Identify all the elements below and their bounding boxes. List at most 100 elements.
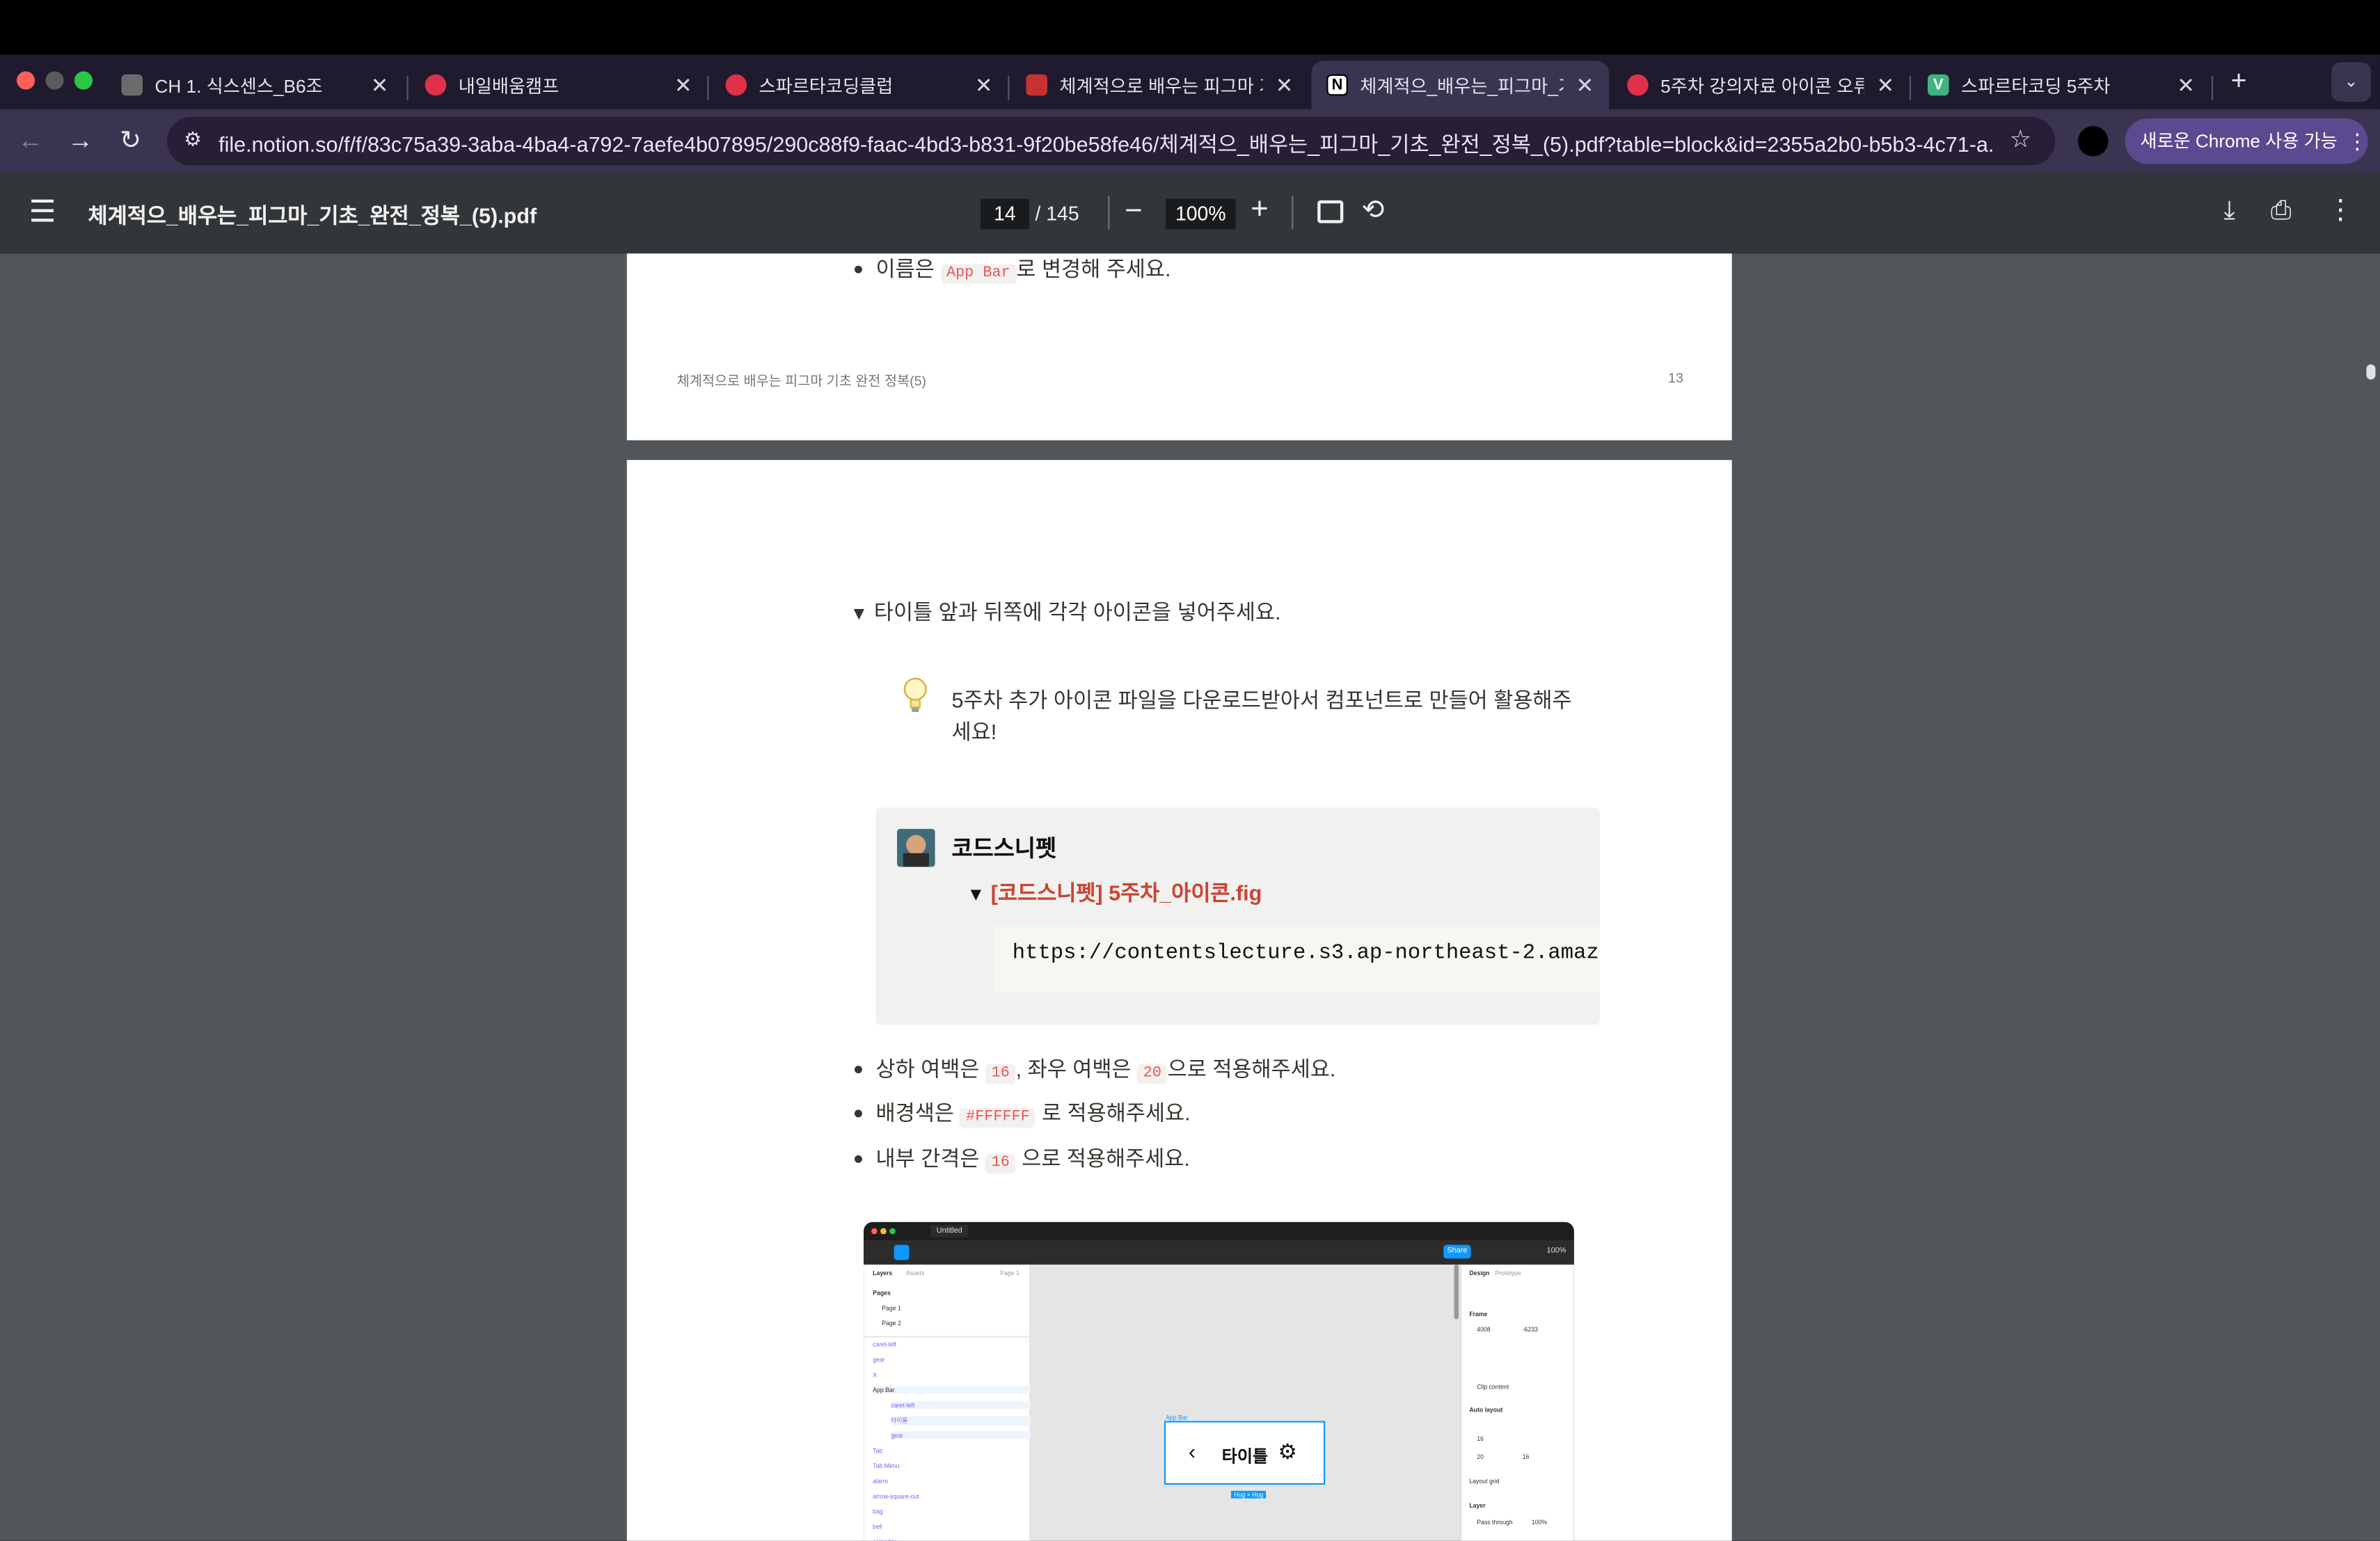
reload-icon[interactable]: ↻: [112, 123, 148, 159]
figma-design-panel: Design Prototype Frame 4008 -6233 Clip c…: [1460, 1264, 1574, 1541]
figma-toolbar: Share 100%: [864, 1240, 1574, 1265]
toggle-heading[interactable]: ▼ 타이틀 앞과 뒤쪽에 각각 아이콘을 넣어주세요.: [850, 596, 1280, 627]
figma-layer-item: arrow-square-out: [873, 1492, 919, 1500]
site-settings-icon[interactable]: ⚙: [179, 127, 206, 155]
callout-line: 세요!: [951, 719, 997, 744]
close-icon[interactable]: ✕: [1876, 72, 1894, 98]
bullet-text: 상하 여백은: [875, 1057, 980, 1081]
figma-layer-item: bell: [873, 1522, 882, 1531]
tab-5-active[interactable]: N 체계적으_배우는_피그마_기초 ✕: [1311, 61, 1609, 110]
tab-6[interactable]: 5주차 강의자료 아이콘 오류 | ✕: [1612, 61, 1909, 109]
url-text[interactable]: file.notion.so/f/f/83c75a39-3aba-4ba4-a7…: [219, 129, 1994, 159]
more-menu-icon[interactable]: ⋮: [2347, 118, 2368, 164]
figma-prop: 16: [1522, 1453, 1530, 1461]
address-bar[interactable]: ⚙ file.notion.so/f/f/83c75a39-3aba-4ba4-…: [166, 116, 2056, 166]
close-icon[interactable]: ✕: [2177, 72, 2195, 98]
scrollbar-thumb[interactable]: [2366, 364, 2376, 380]
figma-prop: Clip content: [1477, 1383, 1509, 1391]
profile-avatar[interactable]: [2077, 126, 2109, 157]
chrome-update-button[interactable]: 새로운 Chrome 사용 가능 ⋮: [2125, 118, 2368, 164]
bullet-gap: 내부 간격은 16 으로 적용해주세요.: [854, 1143, 1190, 1174]
figma-pages-header: Pages: [873, 1288, 891, 1297]
pdf-toolbar: ☰ 체계적으_배우는_피그마_기초_완전_정복_(5).pdf 14 / 145…: [0, 173, 2380, 254]
forward-arrow-icon[interactable]: →: [62, 123, 98, 159]
figma-prop: Frame: [1469, 1310, 1488, 1318]
callout-text: 5주차 추가 아이콘 파일을 다운로드받아서 컴포넌트로 만들어 활용해주 세요…: [952, 685, 1572, 749]
tab-title: 스파르타코딩 5주차: [1961, 74, 2111, 97]
close-window-button[interactable]: [16, 71, 35, 90]
window-top-bar: [0, 0, 2380, 55]
callout-line: 5주차 추가 아이콘 파일을 다운로드받아서 컴포넌트로 만들어 활용해주: [951, 688, 1572, 712]
inline-code: 16: [985, 1064, 1016, 1084]
bullet-text: 으로 적용해주세요.: [1167, 1057, 1336, 1081]
figma-prop: 4008: [1477, 1325, 1491, 1334]
fit-page-icon[interactable]: [1317, 200, 1344, 223]
toggle-triangle-icon[interactable]: ▼: [850, 603, 868, 624]
snippet-callout: 코드스니펫 ▼ [코드스니펫] 5주차_아이콘.fig https://cont…: [875, 807, 1600, 1025]
bookmark-star-icon[interactable]: ☆: [2010, 125, 2031, 155]
snippet-avatar: [897, 828, 935, 867]
pdf-viewer[interactable]: 이름은 App Bar 로 변경해 주세요. 체계적으로 배우는 피그마 기초 완…: [0, 253, 2380, 1541]
tab-title: 체계적으_배우는_피그마_기초: [1360, 74, 1564, 97]
tab-divider: [406, 76, 408, 100]
maximize-window-button[interactable]: [74, 71, 93, 90]
red-book-icon: [1026, 74, 1047, 96]
close-icon[interactable]: ✕: [371, 72, 389, 98]
figma-prop: Pass through: [1477, 1518, 1513, 1526]
download-icon[interactable]: ⤓: [2223, 196, 2235, 226]
tab-strip: CH 1. 식스센스_B6조 ✕ 내일배움캠프 ✕ 스파르타코딩클럽 ✕ 체계적…: [0, 54, 2380, 110]
more-options-icon[interactable]: ⋮: [2327, 194, 2354, 226]
tab-1[interactable]: CH 1. 식스센스_B6조 ✕: [106, 61, 404, 109]
figma-canvas: App Bar ‹ 타이틀 ⚙ Hug × Hug: [1030, 1264, 1461, 1541]
figma-page-item: Page 1: [882, 1304, 901, 1312]
tab-7[interactable]: V 스파르타코딩 5주차 ✕: [1912, 61, 2210, 109]
zoom-out-icon[interactable]: −: [1125, 194, 1142, 229]
close-icon[interactable]: ✕: [1576, 72, 1594, 98]
page-number-input[interactable]: 14: [981, 198, 1029, 230]
figma-layer-item: caret-left: [891, 1401, 1031, 1409]
close-icon[interactable]: ✕: [674, 72, 692, 98]
pdf-filename: 체계적으_배우는_피그마_기초_완전_정복_(5).pdf: [88, 203, 537, 228]
zoom-in-icon[interactable]: +: [1251, 193, 1268, 228]
zoom-level-input[interactable]: 100%: [1166, 198, 1236, 230]
bullet-text: 로 적용해주세요.: [1041, 1100, 1191, 1125]
print-icon[interactable]: ⎙: [2271, 196, 2292, 226]
back-arrow-icon[interactable]: ←: [12, 123, 48, 159]
figma-layer-item: bag: [873, 1507, 883, 1515]
snippet-toggle-link[interactable]: [코드스니펫] 5주차_아이콘.fig: [991, 880, 1262, 905]
inline-code: App Bar: [940, 264, 1017, 284]
figma-layer-item: gear: [891, 1431, 1031, 1439]
snippet-toggle[interactable]: ▼ [코드스니펫] 5주차_아이콘.fig: [967, 878, 1262, 908]
minimize-window-button[interactable]: [45, 71, 64, 90]
pdf-page-13: 이름은 App Bar 로 변경해 주세요. 체계적으로 배우는 피그마 기초 완…: [626, 253, 1732, 441]
lightbulb-icon: [900, 676, 930, 718]
toggle-triangle-icon[interactable]: ▼: [967, 883, 985, 905]
tab-divider: [2211, 76, 2214, 100]
figma-layers-panel: Layers Assets Page 1 Pages Page 1 Page 2…: [864, 1264, 1031, 1541]
page-footer-number: 13: [1668, 370, 1683, 386]
gear-icon: ⚙: [1278, 1439, 1297, 1464]
tab-title: CH 1. 식스센스_B6조: [154, 74, 323, 97]
figma-frame-size: Hug × Hug: [1230, 1490, 1267, 1499]
tab-search-button[interactable]: ⌄: [2331, 62, 2371, 102]
figma-layer-item: alarm: [873, 1477, 888, 1485]
sparta-heart-icon: [725, 74, 747, 96]
bullet-text: 배경색은: [875, 1100, 954, 1125]
tab-4[interactable]: 체계적으로 배우는 피그마 기초 ✕: [1011, 61, 1308, 109]
tab-3[interactable]: 스파르타코딩클럽 ✕: [711, 61, 1008, 109]
close-icon[interactable]: ✕: [975, 72, 993, 98]
bullet-background: 배경색은 #FFFFFF 로 적용해주세요.: [854, 1098, 1191, 1128]
tab-title: 체계적으로 배우는 피그마 기초: [1059, 74, 1263, 97]
pdf-page-14: ▼ 타이틀 앞과 뒤쪽에 각각 아이콘을 넣어주세요. 5주차 추가 아이콘 파…: [626, 459, 1732, 1541]
tab-2[interactable]: 내일배움캠프 ✕: [410, 61, 707, 109]
sparta-heart-icon: [425, 74, 447, 96]
rotate-icon[interactable]: ⟲: [1361, 194, 1384, 226]
close-icon[interactable]: ✕: [1276, 72, 1294, 98]
inline-code: 16: [985, 1153, 1016, 1174]
menu-icon[interactable]: ☰: [29, 198, 56, 228]
scrollbar[interactable]: [2360, 253, 2380, 1541]
figma-prop: 16: [1477, 1435, 1484, 1443]
tab-title: 스파르타코딩클럽: [759, 74, 894, 97]
new-tab-button[interactable]: +: [2222, 64, 2255, 97]
bullet-text: 로 변경해 주세요.: [1016, 256, 1171, 281]
